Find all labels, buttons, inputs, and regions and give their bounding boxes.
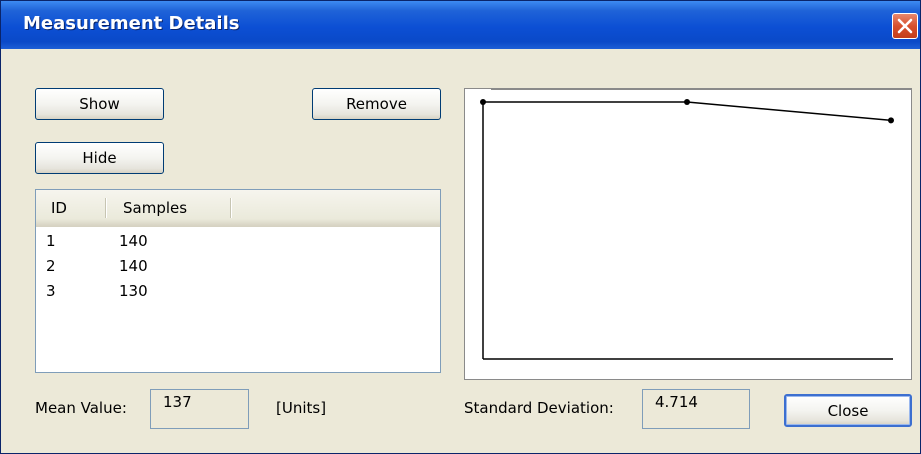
column-divider[interactable] — [230, 198, 231, 218]
samples-chart — [464, 88, 912, 380]
data-point-2 — [684, 99, 690, 105]
plot-layer — [480, 99, 894, 124]
row-samples: 130 — [119, 282, 148, 300]
table-row[interactable]: 1 140 — [36, 232, 440, 250]
remove-button[interactable]: Remove — [312, 88, 441, 120]
measurement-details-dialog: Measurement Details Show Hide Remove ID … — [0, 0, 921, 454]
row-samples: 140 — [119, 257, 148, 275]
column-header-id[interactable]: ID — [51, 190, 67, 226]
data-point-1 — [480, 99, 486, 105]
mean-value-field: 137 — [150, 389, 249, 429]
title-bar[interactable]: Measurement Details — [1, 1, 920, 49]
row-id: 2 — [46, 257, 56, 275]
table-row[interactable]: 3 130 — [36, 282, 440, 300]
units-label: [Units] — [276, 399, 327, 417]
standard-deviation-field: 4.714 — [642, 389, 750, 429]
row-samples: 140 — [119, 232, 148, 250]
samples-list[interactable]: ID Samples 1 140 2 140 3 130 — [35, 189, 441, 373]
standard-deviation-label: Standard Deviation: — [464, 399, 614, 417]
hide-button[interactable]: Hide — [35, 142, 164, 174]
list-header: ID Samples — [36, 190, 440, 227]
column-header-samples[interactable]: Samples — [123, 190, 187, 226]
show-button[interactable]: Show — [35, 88, 164, 120]
row-id: 1 — [46, 232, 56, 250]
close-icon[interactable] — [892, 13, 918, 39]
row-id: 3 — [46, 282, 56, 300]
chart-canvas — [480, 89, 911, 360]
window-title: Measurement Details — [23, 13, 240, 34]
column-divider[interactable] — [105, 198, 106, 218]
table-row[interactable]: 2 140 — [36, 257, 440, 275]
mean-value-label: Mean Value: — [35, 399, 127, 417]
data-point-3 — [888, 117, 894, 124]
close-button[interactable]: Close — [784, 394, 912, 427]
